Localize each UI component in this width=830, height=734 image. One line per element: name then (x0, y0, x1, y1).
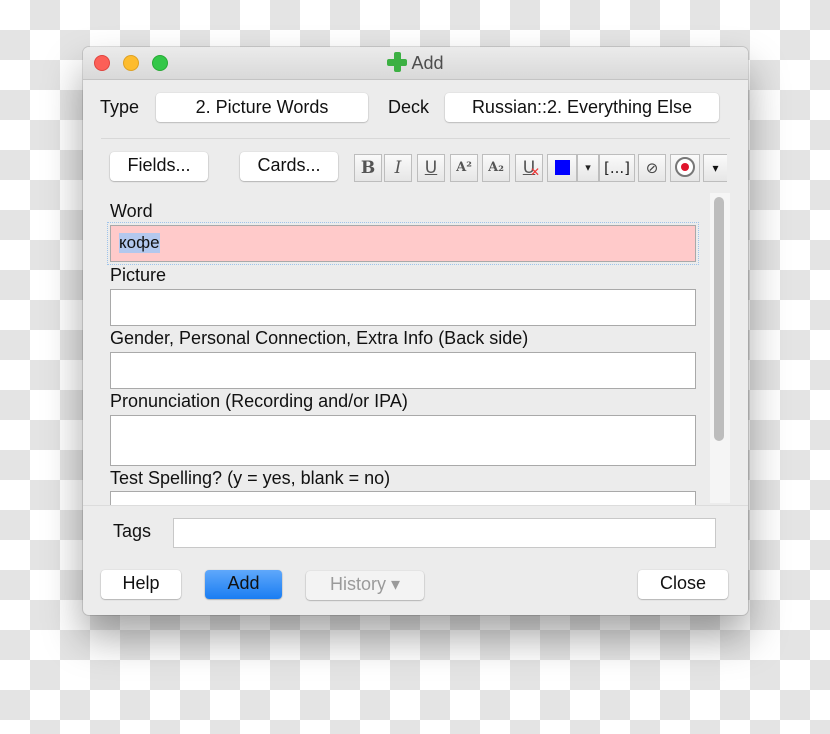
record-button[interactable] (670, 154, 700, 182)
field-input-word[interactable]: кофе (107, 222, 699, 265)
clear-formatting-button[interactable]: U ✕ (515, 154, 543, 182)
field-input-test-spelling[interactable] (110, 491, 696, 505)
add-button[interactable]: Add (205, 570, 282, 599)
note-type-selector[interactable]: 2. Picture Words (156, 93, 368, 122)
cards-button[interactable]: Cards... (240, 152, 338, 181)
window-title-text: Add (411, 53, 444, 73)
history-button[interactable]: History ▾ (306, 571, 424, 600)
add-window: Add Type 2. Picture Words Deck Russian::… (83, 47, 748, 615)
field-value-word: кофе (119, 233, 160, 253)
superscript-button[interactable]: A² (450, 154, 478, 182)
record-icon (675, 157, 695, 177)
subscript-icon: A₂ (488, 160, 504, 175)
bold-button[interactable]: B (354, 154, 382, 182)
subscript-button[interactable]: A₂ (482, 154, 510, 182)
help-button[interactable]: Help (101, 570, 181, 599)
close-button[interactable]: Close (638, 570, 728, 599)
italic-button[interactable]: I (384, 154, 412, 182)
text-color-dropdown[interactable]: ▾ (577, 154, 599, 182)
superscript-icon: A² (456, 160, 472, 175)
deck-selector[interactable]: Russian::2. Everything Else (445, 93, 719, 122)
color-swatch-icon (554, 160, 570, 175)
paperclip-icon: ⊘ (645, 159, 659, 177)
text-color-button[interactable] (547, 154, 577, 182)
field-label-test-spelling: Test Spelling? (y = yes, blank = no) (110, 468, 391, 488)
tags-input[interactable] (173, 518, 716, 548)
field-label-gender: Gender, Personal Connection, Extra Info … (110, 328, 529, 348)
field-editor: Word кофе Picture Gender, Personal Conne… (105, 192, 730, 505)
chevron-down-icon: ▾ (712, 161, 719, 175)
cloze-icon: [...] (603, 159, 630, 177)
underline-icon: U (424, 158, 438, 178)
field-input-gender[interactable] (110, 352, 696, 389)
fields-button[interactable]: Fields... (110, 152, 208, 181)
field-label-word: Word (110, 201, 153, 221)
red-x-icon: ✕ (529, 165, 540, 179)
window-title: Add (83, 52, 748, 74)
deck-label: Deck (388, 97, 430, 117)
type-label: Type (100, 97, 140, 117)
title-bar[interactable]: Add (83, 47, 748, 80)
chevron-down-icon: ▾ (585, 161, 591, 174)
field-input-picture[interactable] (110, 289, 696, 326)
cloze-button[interactable]: [...] (599, 154, 635, 182)
green-plus-icon (387, 52, 408, 72)
tags-divider (83, 505, 748, 506)
header-divider (101, 138, 730, 139)
italic-icon: I (394, 158, 402, 178)
field-label-pronunciation: Pronunciation (Recording and/or IPA) (110, 391, 408, 411)
tags-label: Tags (113, 521, 152, 541)
field-input-pronunciation[interactable] (110, 415, 696, 466)
editor-scrollbar-thumb[interactable] (714, 197, 724, 441)
bold-icon: B (360, 158, 376, 178)
attach-button[interactable]: ⊘ (638, 154, 666, 182)
underline-button[interactable]: U (417, 154, 445, 182)
more-options-dropdown[interactable]: ▾ (703, 154, 727, 182)
field-label-picture: Picture (110, 265, 167, 285)
